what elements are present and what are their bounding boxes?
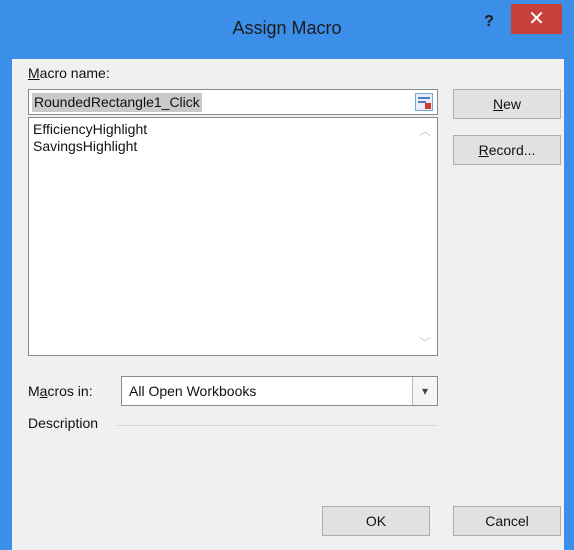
new-button[interactable]: New — [453, 89, 561, 119]
list-item[interactable]: EfficiencyHighlight — [33, 121, 147, 137]
cancel-button[interactable]: Cancel — [453, 506, 561, 536]
macros-in-label: Macros in: — [28, 383, 93, 399]
macro-name-value: RoundedRectangle1_Click — [32, 93, 202, 112]
record-button[interactable]: Record... — [453, 135, 561, 165]
title-bar[interactable]: Assign Macro ? ✕ — [0, 0, 574, 59]
help-button[interactable]: ? — [475, 10, 503, 34]
collapse-icon-bar — [418, 97, 430, 99]
macro-name-input[interactable]: RoundedRectangle1_Click — [28, 89, 438, 115]
description-label: Description — [28, 415, 99, 431]
macros-in-value: All Open Workbooks — [129, 383, 257, 399]
assign-macro-dialog: Assign Macro ? ✕ Macro name: RoundedRect… — [0, 0, 574, 550]
collapse-dialog-icon[interactable] — [415, 93, 433, 111]
macro-list[interactable]: EfficiencyHighlight SavingsHighlight ︿ ﹀ — [28, 117, 438, 356]
macros-in-select[interactable]: All Open Workbooks ▾ — [121, 376, 438, 406]
close-button[interactable]: ✕ — [511, 4, 562, 34]
scroll-down-icon[interactable]: ﹀ — [419, 334, 431, 351]
dialog-body: Macro name: RoundedRectangle1_Click Effi… — [12, 59, 564, 550]
list-item[interactable]: SavingsHighlight — [33, 138, 137, 154]
collapse-icon-arrow — [425, 103, 431, 109]
scroll-up-icon[interactable]: ︿ — [419, 122, 431, 139]
ok-button[interactable]: OK — [322, 506, 430, 536]
macro-name-label: Macro name: — [28, 65, 110, 81]
chevron-down-icon[interactable]: ▾ — [412, 377, 437, 405]
description-divider — [117, 425, 437, 426]
